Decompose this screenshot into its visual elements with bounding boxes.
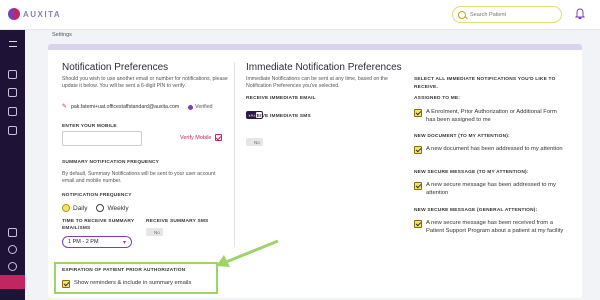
column-divider	[234, 62, 235, 247]
radio-daily-label: Daily	[73, 204, 88, 212]
chevron-down-icon: ▾	[122, 239, 126, 246]
immediate-sms-toggle[interactable]: No	[246, 138, 263, 146]
expiry-checkbox-label: Show reminders & include in summary emai…	[74, 280, 192, 286]
help-icon[interactable]	[8, 262, 17, 271]
mobile-label: ENTER YOUR MOBILE	[62, 124, 117, 129]
radio-daily[interactable]: Daily	[62, 204, 87, 212]
verify-mobile-button[interactable]: Verify Mobile	[180, 134, 222, 141]
checkbox-icon[interactable]	[62, 280, 70, 288]
receive-immediate-sms-label: RECEIVE IMMEDIATE SMS	[246, 114, 311, 119]
card-header-band	[48, 44, 582, 50]
time-to-receive-label: TIME TO RECEIVE SUMMARY EMAIL/SMS	[62, 219, 135, 231]
checkbox-icon[interactable]	[414, 109, 422, 117]
brand-logo[interactable]: AUXITA	[8, 8, 61, 20]
top-bar: AUXITA	[0, 0, 600, 30]
notification-option-label: A new secure message has been received f…	[426, 220, 564, 234]
verified-label: Verified	[195, 104, 213, 110]
expiry-highlight-box	[54, 262, 218, 294]
select-all-label: SELECT ALL IMMEDIATE NOTIFICATIONS YOU'D…	[414, 77, 556, 90]
email-value: pak.fatemi+uat.officestaffstandard@auxit…	[71, 104, 180, 110]
email-row: ✎ pak.fatemi+uat.officestaffstandard@aux…	[62, 104, 212, 110]
notification-option-new-document[interactable]: A new document has been addressed to my …	[414, 146, 564, 154]
group-heading-secure-message: NEW SECURE MESSAGE (TO MY ATTENTION):	[414, 170, 529, 175]
notification-option-assigned[interactable]: A Enrolment, Prior Authorization or Addi…	[414, 109, 564, 124]
checkbox-icon[interactable]	[414, 220, 422, 228]
menu-icon[interactable]	[9, 41, 17, 47]
receive-summary-sms-label: RECEIVE SUMMARY SMS	[146, 219, 209, 224]
search-icon	[458, 10, 466, 19]
checkbox-icon[interactable]	[414, 182, 422, 190]
radio-weekly-indicator	[96, 204, 105, 212]
group-heading-general-message: NEW SECURE MESSAGE (GENERAL ATTENTION):	[414, 208, 538, 213]
summary-sms-toggle[interactable]: No	[146, 228, 163, 236]
radio-daily-indicator	[62, 204, 70, 212]
patients-icon[interactable]	[8, 88, 17, 97]
forms-icon[interactable]	[8, 126, 17, 135]
summary-frequency-description: By default, Summary Notifications will b…	[62, 171, 216, 185]
frequency-radio-group: Daily Weekly	[62, 204, 129, 212]
expiry-title: EXPIRATION OF PATIENT PRIOR AUTHORIZATIO…	[62, 268, 186, 273]
brand-name: AUXITA	[23, 9, 62, 19]
notification-option-label: A new secure message has been addressed …	[426, 182, 556, 196]
expiry-checkbox-row[interactable]: Show reminders & include in summary emai…	[62, 280, 191, 288]
verify-mobile-label: Verify Mobile	[180, 134, 212, 141]
radio-weekly[interactable]: Weekly	[96, 204, 129, 212]
logout-icon[interactable]	[8, 228, 17, 237]
checkbox-icon[interactable]	[414, 146, 422, 154]
documents-icon[interactable]	[8, 107, 17, 116]
search-box[interactable]	[452, 6, 562, 23]
home-icon[interactable]	[8, 70, 17, 79]
logo-icon	[8, 8, 20, 20]
verify-mobile-checkbox-icon	[214, 134, 222, 141]
notification-option-secure-message[interactable]: A new secure message has been addressed …	[414, 182, 564, 197]
notification-option-general-message[interactable]: A new secure message has been received f…	[414, 220, 564, 235]
time-select-value: 1 PM - 2 PM	[68, 239, 99, 245]
summary-frequency-title: SUMMARY NOTIFICATION FREQUENCY	[62, 160, 160, 165]
receive-immediate-email-label: RECEIVE IMMEDIATE EMAIL	[246, 96, 316, 101]
immediate-preferences-title: Immediate Notification Preferences	[246, 62, 402, 73]
notification-option-label: A new document has been addressed to my …	[426, 146, 563, 152]
notification-preferences-title: Notification Preferences	[62, 62, 169, 73]
notification-preferences-description: Should you wish to use another email or …	[62, 76, 228, 90]
bell-icon[interactable]	[574, 8, 586, 20]
immediate-preferences-description: Immediate Notifications can be sent at a…	[246, 76, 388, 90]
settings-icon[interactable]	[0, 275, 25, 289]
notification-option-label: A Enrolment, Prior Authorization or Addi…	[426, 109, 557, 123]
user-icon[interactable]	[8, 245, 17, 254]
time-select[interactable]: 1 PM - 2 PM ▾	[62, 236, 132, 248]
mobile-input[interactable]	[62, 131, 142, 146]
sidebar	[0, 30, 25, 300]
group-heading-new-document: NEW DOCUMENT (TO MY ATTENTION):	[414, 134, 510, 139]
annotation-arrow	[216, 239, 279, 267]
summary-sms-toggle-value: No	[154, 229, 160, 235]
verified-badge: Verified	[188, 104, 212, 110]
breadcrumb[interactable]: Settings	[52, 32, 72, 38]
verified-icon	[188, 104, 194, 110]
notification-frequency-label: NOTIFICATION FREQUENCY	[62, 193, 132, 198]
search-input[interactable]	[470, 11, 550, 18]
immediate-sms-toggle-value: No	[254, 139, 260, 145]
group-heading-assigned: ASSIGNED TO ME:	[414, 96, 461, 101]
radio-weekly-label: Weekly	[107, 204, 129, 212]
pen-icon[interactable]: ✎	[62, 104, 68, 110]
